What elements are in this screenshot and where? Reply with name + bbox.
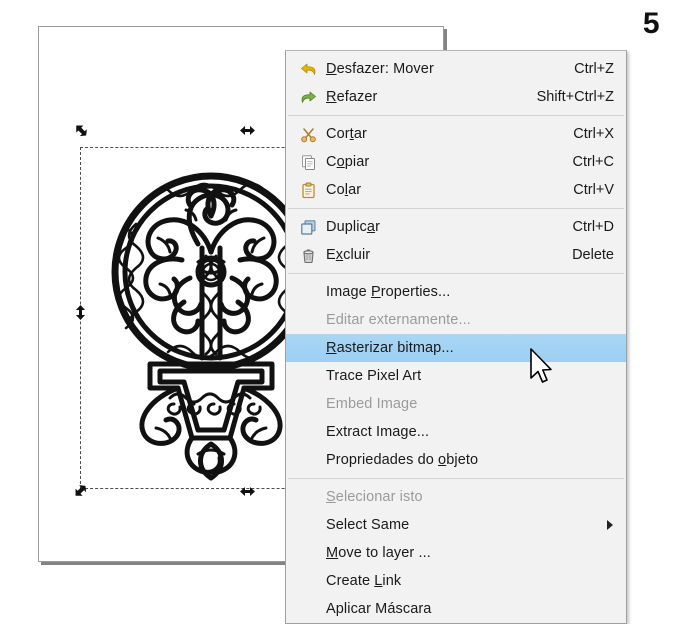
- clipboard-paste-icon: [296, 180, 320, 200]
- menu-item-icon-empty: [296, 310, 320, 330]
- menu-item-create-link[interactable]: Create Link: [286, 567, 626, 595]
- menu-separator: [288, 273, 624, 274]
- menu-item-label: Trace Pixel Art: [326, 368, 422, 384]
- trash-can-icon: [296, 245, 320, 265]
- menu-item-copy[interactable]: Copiar Ctrl+C: [286, 148, 626, 176]
- menu-item-duplicate[interactable]: Duplicar Ctrl+D: [286, 213, 626, 241]
- menu-item-apply-mask[interactable]: Aplicar Máscara: [286, 595, 626, 623]
- menu-separator: [288, 115, 624, 116]
- menu-item-icon-empty: [296, 422, 320, 442]
- menu-item-icon-empty: [296, 338, 320, 358]
- menu-item-label: Propriedades do objeto: [326, 452, 479, 468]
- scissors-icon: [296, 124, 320, 144]
- menu-item-label: Create Link: [326, 573, 402, 589]
- duplicate-squares-icon: [296, 217, 320, 237]
- menu-item-icon-empty: [296, 487, 320, 507]
- step-number-annotation: 5: [642, 7, 660, 40]
- menu-item-paste[interactable]: Colar Ctrl+V: [286, 176, 626, 204]
- menu-item-label: Duplicar: [326, 219, 381, 235]
- menu-item-icon-empty: [296, 571, 320, 591]
- submenu-arrow-icon: [606, 520, 614, 530]
- menu-item-shortcut: Ctrl+X: [573, 126, 614, 142]
- menu-item-label: Selecionar isto: [326, 489, 423, 505]
- redo-arrow-icon: [296, 87, 320, 107]
- menu-item-undo[interactable]: Desfazer: Mover Ctrl+Z: [286, 55, 626, 83]
- menu-separator: [288, 478, 624, 479]
- menu-item-object-properties[interactable]: Propriedades do objeto: [286, 446, 626, 474]
- menu-item-label: Rasterizar bitmap...: [326, 340, 454, 356]
- handle-bottom-left[interactable]: [72, 483, 89, 500]
- menu-separator: [288, 208, 624, 209]
- handle-top-center[interactable]: [239, 122, 256, 139]
- handle-middle-left[interactable]: [72, 304, 89, 321]
- menu-item-label: Move to layer ...: [326, 545, 431, 561]
- menu-item-shortcut: Shift+Ctrl+Z: [536, 89, 614, 105]
- menu-item-label: Copiar: [326, 154, 370, 170]
- copy-pages-icon: [296, 152, 320, 172]
- menu-item-icon-empty: [296, 515, 320, 535]
- handle-top-left[interactable]: [72, 122, 89, 139]
- menu-item-label: Refazer: [326, 89, 378, 105]
- menu-item-redo[interactable]: Refazer Shift+Ctrl+Z: [286, 83, 626, 111]
- menu-item-label: Excluir: [326, 247, 371, 263]
- object-context-menu[interactable]: Desfazer: Mover Ctrl+Z Refazer Shift+Ctrl+Z…: [285, 50, 627, 624]
- menu-item-trace-pixel-art[interactable]: Trace Pixel Art: [286, 362, 626, 390]
- menu-item-select-this: Selecionar isto: [286, 483, 626, 511]
- menu-item-label: Desfazer: Mover: [326, 61, 434, 77]
- menu-item-cut[interactable]: Cortar Ctrl+X: [286, 120, 626, 148]
- menu-item-icon-empty: [296, 394, 320, 414]
- menu-item-icon-empty: [296, 282, 320, 302]
- menu-item-icon-empty: [296, 366, 320, 386]
- menu-item-label: Editar externamente...: [326, 312, 471, 328]
- handle-bottom-center[interactable]: [239, 483, 256, 500]
- menu-item-shortcut: Ctrl+C: [572, 154, 615, 170]
- menu-item-select-same[interactable]: Select Same: [286, 511, 626, 539]
- menu-item-label: Extract Image...: [326, 424, 430, 440]
- menu-item-shortcut: Ctrl+V: [573, 182, 614, 198]
- menu-item-shortcut: Ctrl+D: [572, 219, 615, 235]
- menu-item-shortcut: Delete: [572, 247, 614, 263]
- menu-item-extract-image[interactable]: Extract Image...: [286, 418, 626, 446]
- menu-item-rasterize-bitmap[interactable]: Rasterizar bitmap...: [286, 334, 626, 362]
- menu-item-label: Image Properties...: [326, 284, 451, 300]
- menu-item-delete[interactable]: Excluir Delete: [286, 241, 626, 269]
- menu-item-label: Embed Image: [326, 396, 418, 412]
- menu-item-shortcut: Ctrl+Z: [574, 61, 614, 77]
- menu-item-label: Aplicar Máscara: [326, 601, 432, 617]
- menu-item-edit-externally: Editar externamente...: [286, 306, 626, 334]
- menu-item-embed-image: Embed Image: [286, 390, 626, 418]
- menu-item-move-to-layer[interactable]: Move to layer ...: [286, 539, 626, 567]
- menu-item-label: Cortar: [326, 126, 367, 142]
- menu-item-icon-empty: [296, 450, 320, 470]
- menu-item-icon-empty: [296, 599, 320, 619]
- undo-arrow-icon: [296, 59, 320, 79]
- menu-item-label: Select Same: [326, 517, 410, 533]
- menu-item-icon-empty: [296, 543, 320, 563]
- menu-item-image-properties[interactable]: Image Properties...: [286, 278, 626, 306]
- menu-item-label: Colar: [326, 182, 362, 198]
